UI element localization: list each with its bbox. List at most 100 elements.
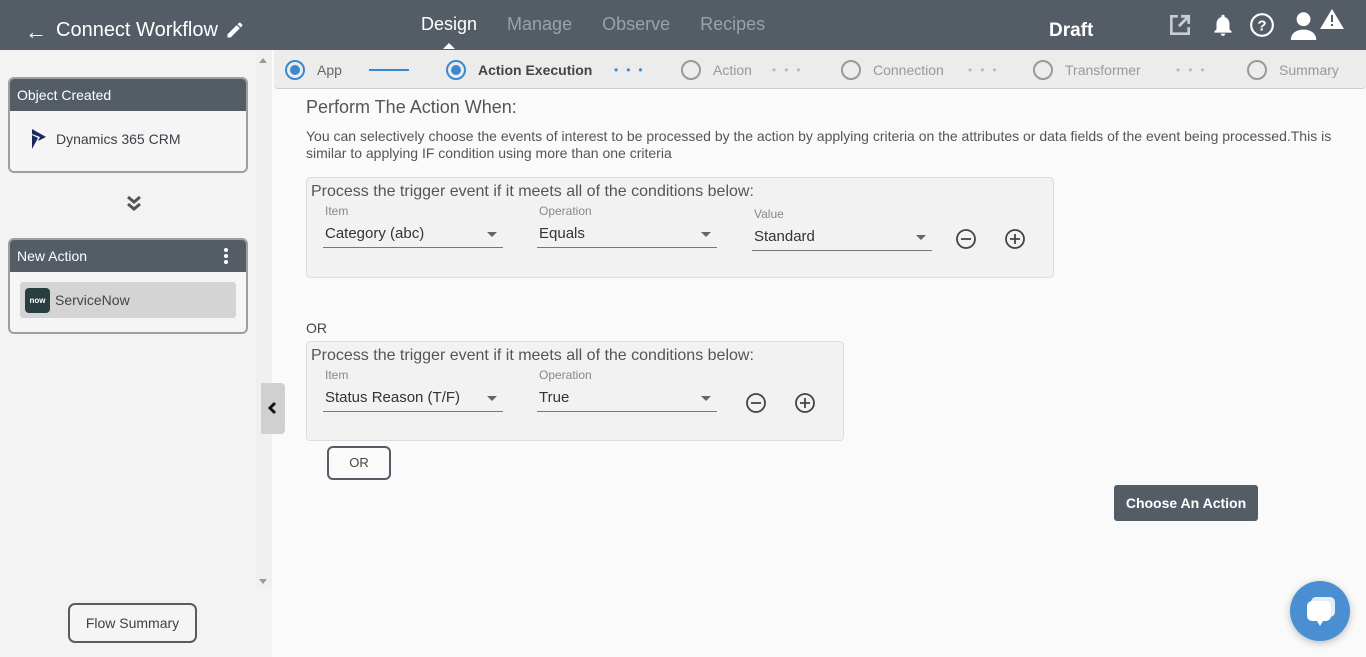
status-badge: Draft [1049, 20, 1094, 41]
action-card-title: New Action [10, 240, 246, 272]
step-radio-icon [446, 60, 466, 80]
step-connector: ••• [1176, 63, 1213, 77]
section-title: Perform The Action When: [306, 97, 517, 117]
operation-label: Operation [539, 204, 592, 218]
condition-group-1: Process the trigger event if it meets al… [306, 177, 1054, 278]
step-label: Action Execution [478, 62, 593, 78]
dropdown-caret-icon [487, 232, 497, 237]
external-link-icon[interactable] [1167, 12, 1193, 38]
item-label: Item [325, 368, 349, 382]
add-condition-icon[interactable] [794, 392, 816, 414]
trigger-app-name: Dynamics 365 CRM [56, 131, 181, 147]
action-card-title-text: New Action [17, 248, 88, 264]
step-app[interactable]: App [285, 60, 342, 80]
step-label: App [317, 62, 342, 78]
operation-label: Operation [539, 368, 592, 382]
value-label: Value [754, 207, 784, 221]
remove-condition-icon[interactable] [745, 392, 767, 414]
choose-action-button[interactable]: Choose An Action [1114, 485, 1258, 521]
dropdown-caret-icon [487, 396, 497, 401]
value-field: Value Standard [752, 207, 932, 253]
dynamics-logo-icon [32, 129, 46, 149]
operation-field: Operation True [537, 368, 717, 414]
help-icon[interactable]: ? [1249, 12, 1275, 38]
remove-condition-icon[interactable] [955, 228, 977, 250]
item-field: Item Category (abc) [323, 204, 503, 250]
tab-design[interactable]: Design [421, 14, 477, 49]
value-select[interactable]: Standard [752, 225, 932, 251]
dropdown-caret-icon [701, 232, 711, 237]
sidebar: Object Created Dynamics 365 CRM New Acti… [0, 50, 272, 657]
tab-manage[interactable]: Manage [507, 14, 572, 35]
trigger-card[interactable]: Object Created Dynamics 365 CRM [8, 77, 248, 173]
trigger-card-title: Object Created [10, 79, 246, 111]
operation-select[interactable]: True [537, 386, 717, 412]
add-or-group-button[interactable]: OR [327, 446, 391, 480]
chat-bubble-icon [1307, 597, 1335, 626]
step-connector: ••• [614, 63, 651, 77]
bell-icon[interactable] [1210, 12, 1236, 38]
condition-group-title: Process the trigger event if it meets al… [311, 183, 754, 200]
step-transformer[interactable]: Transformer [1033, 60, 1141, 80]
step-label: Summary [1279, 62, 1339, 78]
tab-observe[interactable]: Observe [602, 14, 670, 35]
wizard-stepper: App Action Execution ••• Action ••• Conn… [274, 50, 1366, 89]
user-icon[interactable] [1290, 10, 1324, 40]
collapse-sidebar-button[interactable] [261, 383, 285, 434]
double-chevron-down-icon [127, 195, 141, 211]
flow-summary-button[interactable]: Flow Summary [68, 603, 197, 643]
step-radio-icon [1247, 60, 1267, 80]
scroll-up-icon[interactable] [259, 58, 267, 63]
operation-value: Equals [539, 225, 585, 242]
item-value: Category (abc) [325, 225, 425, 242]
operation-select[interactable]: Equals [537, 222, 717, 248]
item-value: Status Reason (T/F) [325, 389, 461, 406]
step-radio-icon [1033, 60, 1053, 80]
step-connector: ••• [772, 63, 809, 77]
or-separator: OR [306, 320, 327, 336]
pencil-icon[interactable] [225, 20, 245, 40]
more-vert-icon[interactable] [224, 248, 228, 264]
step-label: Connection [873, 62, 944, 78]
action-app-name: ServiceNow [55, 292, 130, 308]
chat-button[interactable] [1290, 581, 1350, 641]
step-connector: ••• [968, 63, 1005, 77]
dropdown-caret-icon [701, 396, 711, 401]
step-action[interactable]: Action [681, 60, 752, 80]
main-content: Perform The Action When: You can selecti… [306, 97, 1346, 162]
sidebar-scrollbar[interactable] [255, 50, 272, 590]
item-select[interactable]: Status Reason (T/F) [323, 386, 503, 412]
operation-field: Operation Equals [537, 204, 717, 250]
workflow-title: Connect Workflow [56, 19, 218, 41]
svg-text:?: ? [1257, 17, 1266, 34]
step-summary[interactable]: Summary [1247, 60, 1339, 80]
step-label: Action [713, 62, 752, 78]
chevron-left-icon [267, 401, 277, 415]
servicenow-app-item[interactable]: now ServiceNow [20, 282, 236, 318]
add-condition-icon[interactable] [1004, 228, 1026, 250]
nav-tabs: Design Manage Observe Recipes [421, 14, 795, 49]
servicenow-logo-icon: now [25, 288, 50, 313]
step-action-execution[interactable]: Action Execution [446, 60, 592, 80]
dropdown-caret-icon [916, 235, 926, 240]
operation-value: True [539, 389, 570, 406]
action-card[interactable]: New Action now ServiceNow [8, 238, 248, 334]
value-value: Standard [754, 228, 815, 245]
tab-recipes[interactable]: Recipes [700, 14, 765, 35]
scroll-down-icon[interactable] [259, 579, 267, 584]
item-label: Item [325, 204, 349, 218]
step-connector [369, 69, 409, 71]
warning-icon [1320, 9, 1344, 29]
step-connection[interactable]: Connection [841, 60, 944, 80]
item-select[interactable]: Category (abc) [323, 222, 503, 248]
step-label: Transformer [1065, 62, 1141, 78]
condition-group-2: Process the trigger event if it meets al… [306, 341, 844, 441]
step-radio-icon [285, 60, 305, 80]
condition-group-title: Process the trigger event if it meets al… [311, 347, 754, 364]
back-arrow-icon[interactable]: ← [25, 20, 47, 44]
item-field: Item Status Reason (T/F) [323, 368, 503, 414]
top-bar: ← Connect Workflow Design Manage Observe… [0, 0, 1366, 50]
step-radio-icon [841, 60, 861, 80]
step-radio-icon [681, 60, 701, 80]
section-description: You can selectively choose the events of… [306, 128, 1332, 161]
